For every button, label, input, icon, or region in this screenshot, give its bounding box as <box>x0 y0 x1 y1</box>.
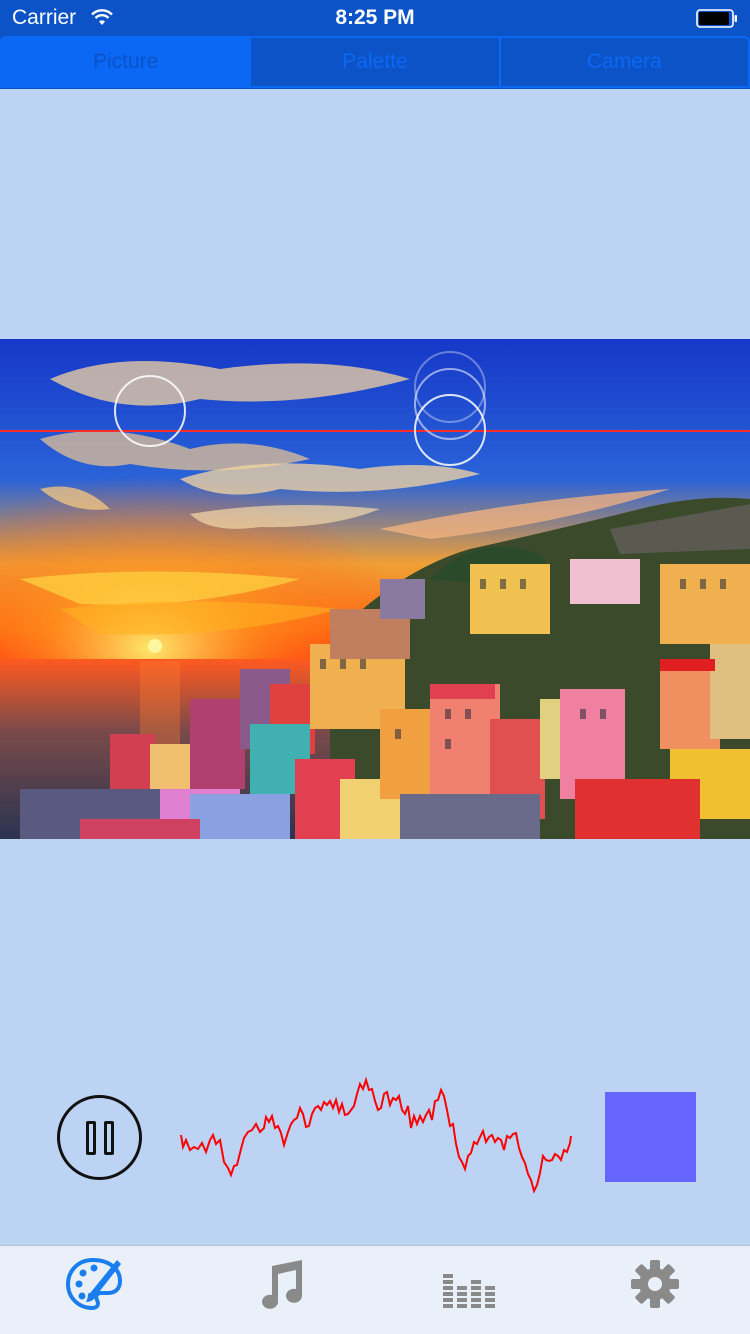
waveform <box>180 1076 572 1194</box>
sample-point-1[interactable] <box>114 375 186 447</box>
tab-settings[interactable] <box>625 1254 685 1314</box>
equalizer-icon <box>443 1274 495 1308</box>
pause-button[interactable] <box>57 1095 142 1180</box>
battery-icon <box>696 9 737 28</box>
status-time: 8:25 PM <box>335 6 415 29</box>
tab-bar <box>0 1245 750 1334</box>
palette-icon <box>65 1257 123 1311</box>
pause-icon <box>85 1120 96 1155</box>
gear-icon <box>631 1260 679 1308</box>
segment-picture[interactable]: Picture <box>0 36 250 88</box>
segment-camera[interactable]: Camera <box>498 36 750 88</box>
source-segmented-control: Picture Palette Camera <box>0 36 750 89</box>
sample-point-4[interactable] <box>414 394 486 466</box>
segment-palette[interactable]: Palette <box>249 36 499 88</box>
tab-picture[interactable] <box>64 1254 124 1314</box>
tab-equalizer[interactable] <box>439 1254 499 1314</box>
sunset-town-photo <box>0 339 750 839</box>
player-controls <box>0 1070 750 1210</box>
music-note-icon <box>262 1260 302 1309</box>
source-photo[interactable] <box>0 339 750 839</box>
pause-icon-bar <box>103 1120 114 1155</box>
status-bar: Carrier 8:25 PM <box>0 0 750 36</box>
scan-line <box>0 430 750 432</box>
tab-music[interactable] <box>250 1254 310 1314</box>
current-color-swatch <box>605 1092 696 1182</box>
